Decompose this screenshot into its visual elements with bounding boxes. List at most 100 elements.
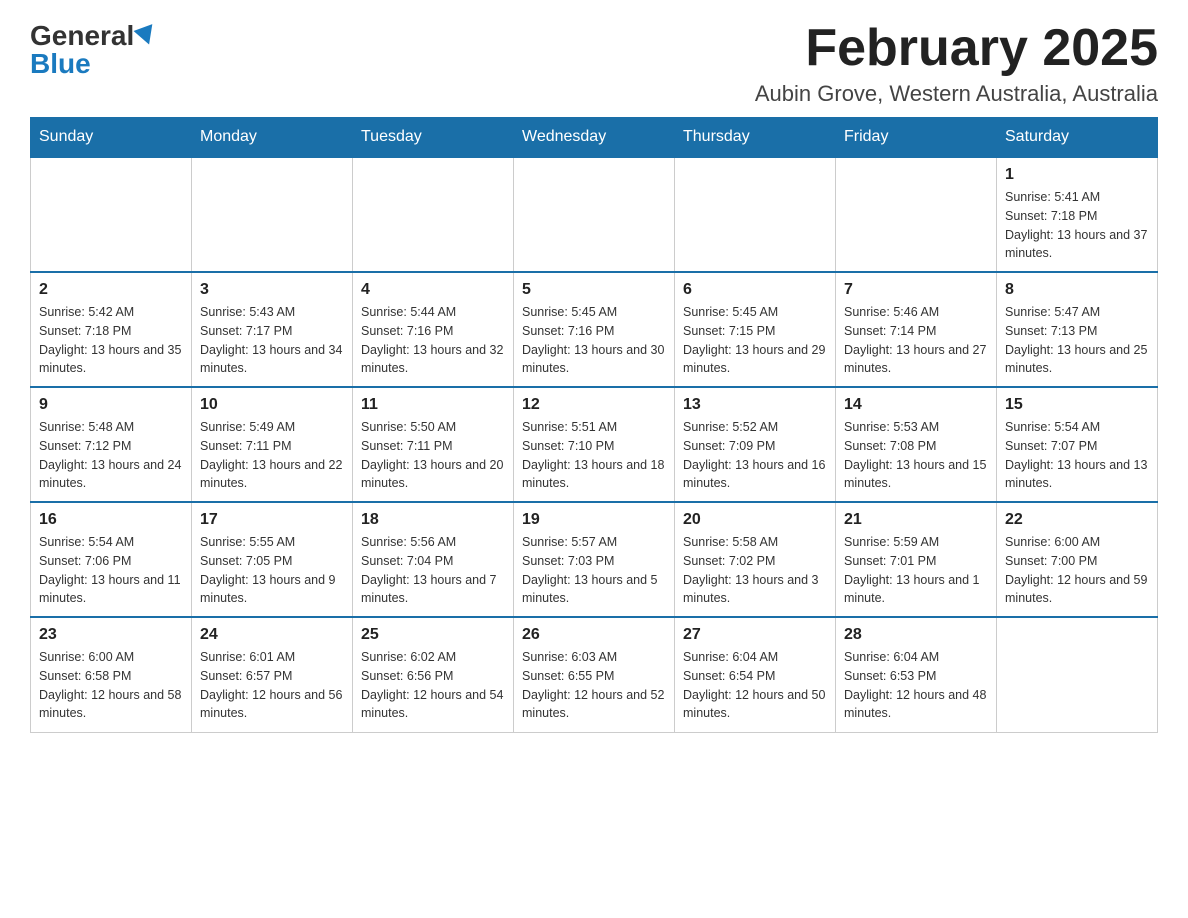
day-number: 6: [683, 281, 827, 299]
day-info: Sunrise: 5:58 AMSunset: 7:02 PMDaylight:…: [683, 533, 827, 608]
table-row: 5Sunrise: 5:45 AMSunset: 7:16 PMDaylight…: [514, 272, 675, 387]
day-info: Sunrise: 5:45 AMSunset: 7:15 PMDaylight:…: [683, 303, 827, 378]
col-sunday: Sunday: [31, 118, 192, 158]
day-info: Sunrise: 5:44 AMSunset: 7:16 PMDaylight:…: [361, 303, 505, 378]
table-row: 4 Sunrise: 5:44 AMSunset: 7:16 PMDaylight…: [353, 272, 514, 387]
table-row: 13Sunrise: 5:52 AMSunset: 7:09 PMDayligh…: [675, 387, 836, 502]
table-row: 21 Sunrise: 5:59 AMSunset: 7:01 PMDayligh…: [836, 502, 997, 617]
day-number: 28: [844, 626, 988, 644]
day-info: Sunrise: 5:56 AMSunset: 7:04 PMDaylight:…: [361, 533, 505, 608]
day-info: Sunrise: 5:49 AMSunset: 7:11 PMDaylight:…: [200, 418, 344, 493]
day-number: 3: [200, 281, 344, 299]
day-number: 15: [1005, 396, 1149, 414]
day-info: Sunrise: 5:54 AMSunset: 7:06 PMDaylight:…: [39, 533, 183, 608]
page-header: General Blue February 2025 Aubin Grove, …: [30, 20, 1158, 107]
col-friday: Friday: [836, 118, 997, 158]
logo: General Blue: [30, 20, 156, 80]
day-number: 14: [844, 396, 988, 414]
table-row: 19 Sunrise: 5:57 AMSunset: 7:03 PMDayligh…: [514, 502, 675, 617]
logo-blue-text: Blue: [30, 48, 91, 80]
day-number: 2: [39, 281, 183, 299]
title-block: February 2025 Aubin Grove, Western Austr…: [755, 20, 1158, 107]
table-row: [997, 617, 1158, 732]
day-number: 27: [683, 626, 827, 644]
day-info: Sunrise: 5:55 AMSunset: 7:05 PMDaylight:…: [200, 533, 344, 608]
day-info: Sunrise: 5:48 AMSunset: 7:12 PMDaylight:…: [39, 418, 183, 493]
table-row: 25 Sunrise: 6:02 AMSunset: 6:56 PMDayligh…: [353, 617, 514, 732]
logo-triangle-icon: [134, 24, 159, 48]
table-row: 16 Sunrise: 5:54 AMSunset: 7:06 PMDayligh…: [31, 502, 192, 617]
table-row: 11 Sunrise: 5:50 AMSunset: 7:11 PMDayligh…: [353, 387, 514, 502]
day-info: Sunrise: 5:45 AMSunset: 7:16 PMDaylight:…: [522, 303, 666, 378]
day-number: 25: [361, 626, 505, 644]
calendar-table: Sunday Monday Tuesday Wednesday Thursday…: [30, 117, 1158, 733]
day-number: 4: [361, 281, 505, 299]
day-info: Sunrise: 5:42 AMSunset: 7:18 PMDaylight:…: [39, 303, 183, 378]
week-row-4: 16 Sunrise: 5:54 AMSunset: 7:06 PMDayligh…: [31, 502, 1158, 617]
day-number: 19: [522, 511, 666, 529]
table-row: 24 Sunrise: 6:01 AMSunset: 6:57 PMDayligh…: [192, 617, 353, 732]
day-number: 18: [361, 511, 505, 529]
day-info: Sunrise: 5:41 AMSunset: 7:18 PMDaylight:…: [1005, 188, 1149, 263]
table-row: 15 Sunrise: 5:54 AMSunset: 7:07 PMDayligh…: [997, 387, 1158, 502]
table-row: 3Sunrise: 5:43 AMSunset: 7:17 PMDaylight…: [192, 272, 353, 387]
day-number: 23: [39, 626, 183, 644]
table-row: 23 Sunrise: 6:00 AMSunset: 6:58 PMDayligh…: [31, 617, 192, 732]
table-row: 27 Sunrise: 6:04 AMSunset: 6:54 PMDayligh…: [675, 617, 836, 732]
day-info: Sunrise: 6:03 AMSunset: 6:55 PMDaylight:…: [522, 648, 666, 723]
col-tuesday: Tuesday: [353, 118, 514, 158]
day-info: Sunrise: 5:53 AMSunset: 7:08 PMDaylight:…: [844, 418, 988, 493]
day-info: Sunrise: 5:46 AMSunset: 7:14 PMDaylight:…: [844, 303, 988, 378]
table-row: [192, 157, 353, 272]
table-row: 14 Sunrise: 5:53 AMSunset: 7:08 PMDayligh…: [836, 387, 997, 502]
table-row: 9Sunrise: 5:48 AMSunset: 7:12 PMDaylight…: [31, 387, 192, 502]
table-row: 7 Sunrise: 5:46 AMSunset: 7:14 PMDaylight…: [836, 272, 997, 387]
table-row: [675, 157, 836, 272]
day-info: Sunrise: 6:00 AMSunset: 7:00 PMDaylight:…: [1005, 533, 1149, 608]
day-number: 20: [683, 511, 827, 529]
table-row: 2 Sunrise: 5:42 AMSunset: 7:18 PMDaylight…: [31, 272, 192, 387]
table-row: 17 Sunrise: 5:55 AMSunset: 7:05 PMDayligh…: [192, 502, 353, 617]
day-number: 21: [844, 511, 988, 529]
day-number: 16: [39, 511, 183, 529]
day-number: 1: [1005, 166, 1149, 184]
location-title: Aubin Grove, Western Australia, Australi…: [755, 81, 1158, 107]
day-info: Sunrise: 6:04 AMSunset: 6:53 PMDaylight:…: [844, 648, 988, 723]
week-row-5: 23 Sunrise: 6:00 AMSunset: 6:58 PMDayligh…: [31, 617, 1158, 732]
day-info: Sunrise: 6:02 AMSunset: 6:56 PMDaylight:…: [361, 648, 505, 723]
day-info: Sunrise: 5:47 AMSunset: 7:13 PMDaylight:…: [1005, 303, 1149, 378]
day-number: 24: [200, 626, 344, 644]
day-number: 8: [1005, 281, 1149, 299]
table-row: [353, 157, 514, 272]
day-info: Sunrise: 5:57 AMSunset: 7:03 PMDaylight:…: [522, 533, 666, 608]
calendar-header-row: Sunday Monday Tuesday Wednesday Thursday…: [31, 118, 1158, 158]
day-info: Sunrise: 6:01 AMSunset: 6:57 PMDaylight:…: [200, 648, 344, 723]
table-row: 26 Sunrise: 6:03 AMSunset: 6:55 PMDayligh…: [514, 617, 675, 732]
week-row-2: 2 Sunrise: 5:42 AMSunset: 7:18 PMDaylight…: [31, 272, 1158, 387]
table-row: 20 Sunrise: 5:58 AMSunset: 7:02 PMDayligh…: [675, 502, 836, 617]
col-monday: Monday: [192, 118, 353, 158]
day-number: 13: [683, 396, 827, 414]
table-row: [836, 157, 997, 272]
table-row: 10Sunrise: 5:49 AMSunset: 7:11 PMDayligh…: [192, 387, 353, 502]
col-saturday: Saturday: [997, 118, 1158, 158]
month-title: February 2025: [755, 20, 1158, 77]
day-number: 12: [522, 396, 666, 414]
week-row-3: 9Sunrise: 5:48 AMSunset: 7:12 PMDaylight…: [31, 387, 1158, 502]
table-row: 18 Sunrise: 5:56 AMSunset: 7:04 PMDayligh…: [353, 502, 514, 617]
day-info: Sunrise: 5:59 AMSunset: 7:01 PMDaylight:…: [844, 533, 988, 608]
day-info: Sunrise: 6:04 AMSunset: 6:54 PMDaylight:…: [683, 648, 827, 723]
day-number: 17: [200, 511, 344, 529]
table-row: 12 Sunrise: 5:51 AMSunset: 7:10 PMDayligh…: [514, 387, 675, 502]
table-row: 28 Sunrise: 6:04 AMSunset: 6:53 PMDayligh…: [836, 617, 997, 732]
day-number: 26: [522, 626, 666, 644]
day-number: 7: [844, 281, 988, 299]
day-info: Sunrise: 5:50 AMSunset: 7:11 PMDaylight:…: [361, 418, 505, 493]
table-row: [31, 157, 192, 272]
table-row: 1 Sunrise: 5:41 AMSunset: 7:18 PMDaylight…: [997, 157, 1158, 272]
day-info: Sunrise: 6:00 AMSunset: 6:58 PMDaylight:…: [39, 648, 183, 723]
day-number: 11: [361, 396, 505, 414]
day-info: Sunrise: 5:54 AMSunset: 7:07 PMDaylight:…: [1005, 418, 1149, 493]
table-row: 6 Sunrise: 5:45 AMSunset: 7:15 PMDaylight…: [675, 272, 836, 387]
day-info: Sunrise: 5:51 AMSunset: 7:10 PMDaylight:…: [522, 418, 666, 493]
